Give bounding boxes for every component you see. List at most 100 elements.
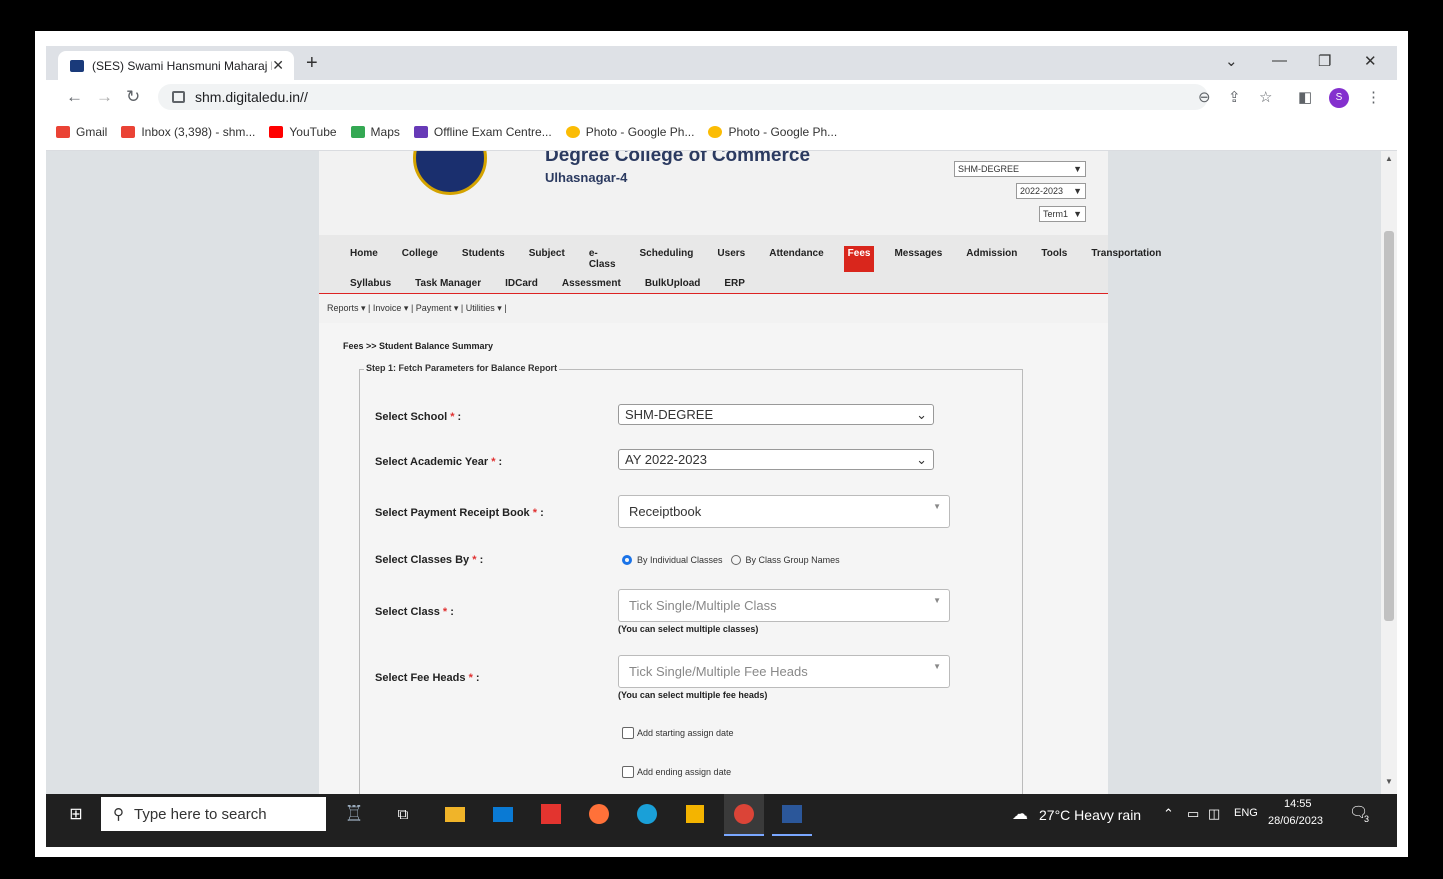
forward-icon[interactable]: → [96,87,113,107]
menu-erp[interactable]: ERP [720,276,749,291]
profile-avatar[interactable]: S [1329,88,1349,108]
store-icon[interactable] [678,794,712,834]
fees-submenu: Reports ▾ | Invoice ▾ | Payment ▾ | Util… [327,303,507,313]
close-window-icon[interactable]: ✕ [1364,52,1377,70]
word-icon[interactable] [772,794,812,836]
submenu-invoice[interactable]: Invoice ▾ [373,303,409,313]
school-label: Select School * : [375,411,462,423]
bookmark-inbox[interactable]: Inbox (3,398) - shm... [121,125,255,139]
bookmark-youtube[interactable]: YouTube [269,125,337,139]
receipt-book-label: Select Payment Receipt Book * : [375,507,544,519]
end-date-checkbox[interactable] [622,766,634,778]
receipt-book-select[interactable]: Receiptbook ▼ [618,495,950,528]
back-icon[interactable]: ← [66,87,83,107]
menu-idcard[interactable]: IDCard [501,276,542,291]
menu-college[interactable]: College [398,246,442,272]
restore-icon[interactable]: ❐ [1318,52,1331,70]
share-icon[interactable]: ⇪ [1228,88,1241,106]
close-tab-icon[interactable]: ✕ [272,57,284,74]
menu-fees[interactable]: Fees [843,246,875,272]
cortana-icon[interactable]: ♖ [334,794,374,834]
bookmark-star-icon[interactable]: ☆ [1259,88,1272,106]
class-multiselect[interactable]: Tick Single/Multiple Class ▼ [618,589,950,622]
chevron-up-icon[interactable]: ⌃ [1163,806,1174,822]
menu-subject[interactable]: Subject [525,246,569,272]
weather-text[interactable]: 27°C Heavy rain [1039,807,1141,823]
menu-users[interactable]: Users [713,246,749,272]
menu-kebab-icon[interactable]: ⋮ [1366,88,1381,106]
firefox-icon[interactable] [582,794,616,834]
clock-date[interactable]: 28/06/2023 [1268,815,1323,827]
start-date-checkbox-row[interactable]: Add starting assign date [622,727,734,739]
page-viewport: Degree College of Commerce Ulhasnagar-4 … [46,151,1381,794]
windows-start-icon[interactable]: ⊞ [58,794,94,834]
breadcrumb: Fees >> Student Balance Summary [343,341,494,351]
language-indicator[interactable]: ENG [1234,807,1258,819]
header-school-select[interactable]: SHM-DEGREE ▼ [954,161,1086,177]
clock-time[interactable]: 14:55 [1284,798,1312,810]
radio-class-group-names[interactable] [730,555,741,565]
header-term-select[interactable]: Term1 ▼ [1039,206,1086,222]
maps-icon [350,126,365,138]
zoom-icon[interactable]: ⊖ [1198,88,1211,106]
network-icon[interactable]: ▭ [1187,806,1199,822]
mail-icon[interactable] [486,794,520,834]
weather-icon[interactable]: ☁ [1012,804,1028,824]
browser-tab[interactable]: (SES) Swami Hansmuni Maharaj Degree Coll… [58,51,294,80]
menu-transportation[interactable]: Transportation [1087,246,1165,272]
radio-individual-classes[interactable] [622,555,632,565]
menu-syllabus[interactable]: Syllabus [346,276,395,291]
menu-scheduling[interactable]: Scheduling [636,246,698,272]
menu-attendance[interactable]: Attendance [765,246,827,272]
menu-tools[interactable]: Tools [1037,246,1071,272]
menu-assessment[interactable]: Assessment [558,276,625,291]
menu-eclass[interactable]: e-Class [585,246,620,272]
side-panel-icon[interactable]: ◧ [1298,88,1312,106]
end-date-checkbox-row[interactable]: Add ending assign date [622,766,731,778]
menu-home[interactable]: Home [346,246,382,272]
address-bar[interactable]: shm.digitaledu.in// [158,84,1208,110]
taskbar-search[interactable]: ⚲ Type here to search [101,797,326,831]
photos-icon [708,126,723,138]
reload-icon[interactable]: ↻ [126,87,140,107]
header-year-select[interactable]: 2022-2023 ▼ [1016,183,1086,199]
vertical-scrollbar[interactable]: ▲ ▼ [1381,151,1397,794]
address-row: ← → ↻ shm.digitaledu.in// ⊖ ⇪ ☆ ◧ S ⋮ [46,80,1397,114]
content-area: Fees >> Student Balance Summary Step 1: … [319,323,1108,794]
scrollbar-thumb[interactable] [1384,231,1394,621]
task-view-icon[interactable]: ⧉ [386,794,420,834]
menu-students[interactable]: Students [458,246,509,272]
tab-search-icon[interactable]: ⌄ [1225,52,1238,70]
scroll-down-icon[interactable]: ▼ [1385,777,1393,786]
menu-messages[interactable]: Messages [890,246,946,272]
file-explorer-icon[interactable] [438,794,472,834]
school-select[interactable]: SHM-DEGREE ⌄ [618,404,934,425]
menu-admission[interactable]: Admission [962,246,1021,272]
chrome-icon[interactable] [724,794,764,836]
academic-year-select[interactable]: AY 2022-2023 ⌄ [618,449,934,470]
submenu-payment[interactable]: Payment ▾ [416,303,459,313]
menu-task-manager[interactable]: Task Manager [411,276,485,291]
new-tab-button[interactable]: + [306,52,318,75]
edge-icon[interactable] [630,794,664,834]
scroll-up-icon[interactable]: ▲ [1385,154,1393,163]
bookmark-maps[interactable]: Maps [350,125,400,139]
bookmark-offline-exam[interactable]: Offline Exam Centre... [413,125,552,139]
youtube-icon [269,126,284,138]
submenu-utilities[interactable]: Utilities ▾ [466,303,502,313]
bookmark-gmail[interactable]: Gmail [56,125,107,139]
radio-label: By Individual Classes [637,555,723,565]
start-date-checkbox[interactable] [622,727,634,739]
submenu-reports[interactable]: Reports ▾ [327,303,366,313]
menu-bulkupload[interactable]: BulkUpload [641,276,705,291]
volume-icon[interactable]: ◫ [1208,806,1220,822]
minimize-icon[interactable]: — [1272,52,1287,69]
bookmark-photos-1[interactable]: Photo - Google Ph... [565,125,694,139]
bookmark-photos-2[interactable]: Photo - Google Ph... [708,125,837,139]
gmail-icon [121,126,136,138]
select-value: SHM-DEGREE [625,407,714,422]
notification-count: 3 [1364,814,1370,824]
fee-heads-multiselect[interactable]: Tick Single/Multiple Fee Heads ▼ [618,655,950,688]
select-value: Receiptbook [629,504,702,519]
anydesk-icon[interactable] [534,794,568,834]
